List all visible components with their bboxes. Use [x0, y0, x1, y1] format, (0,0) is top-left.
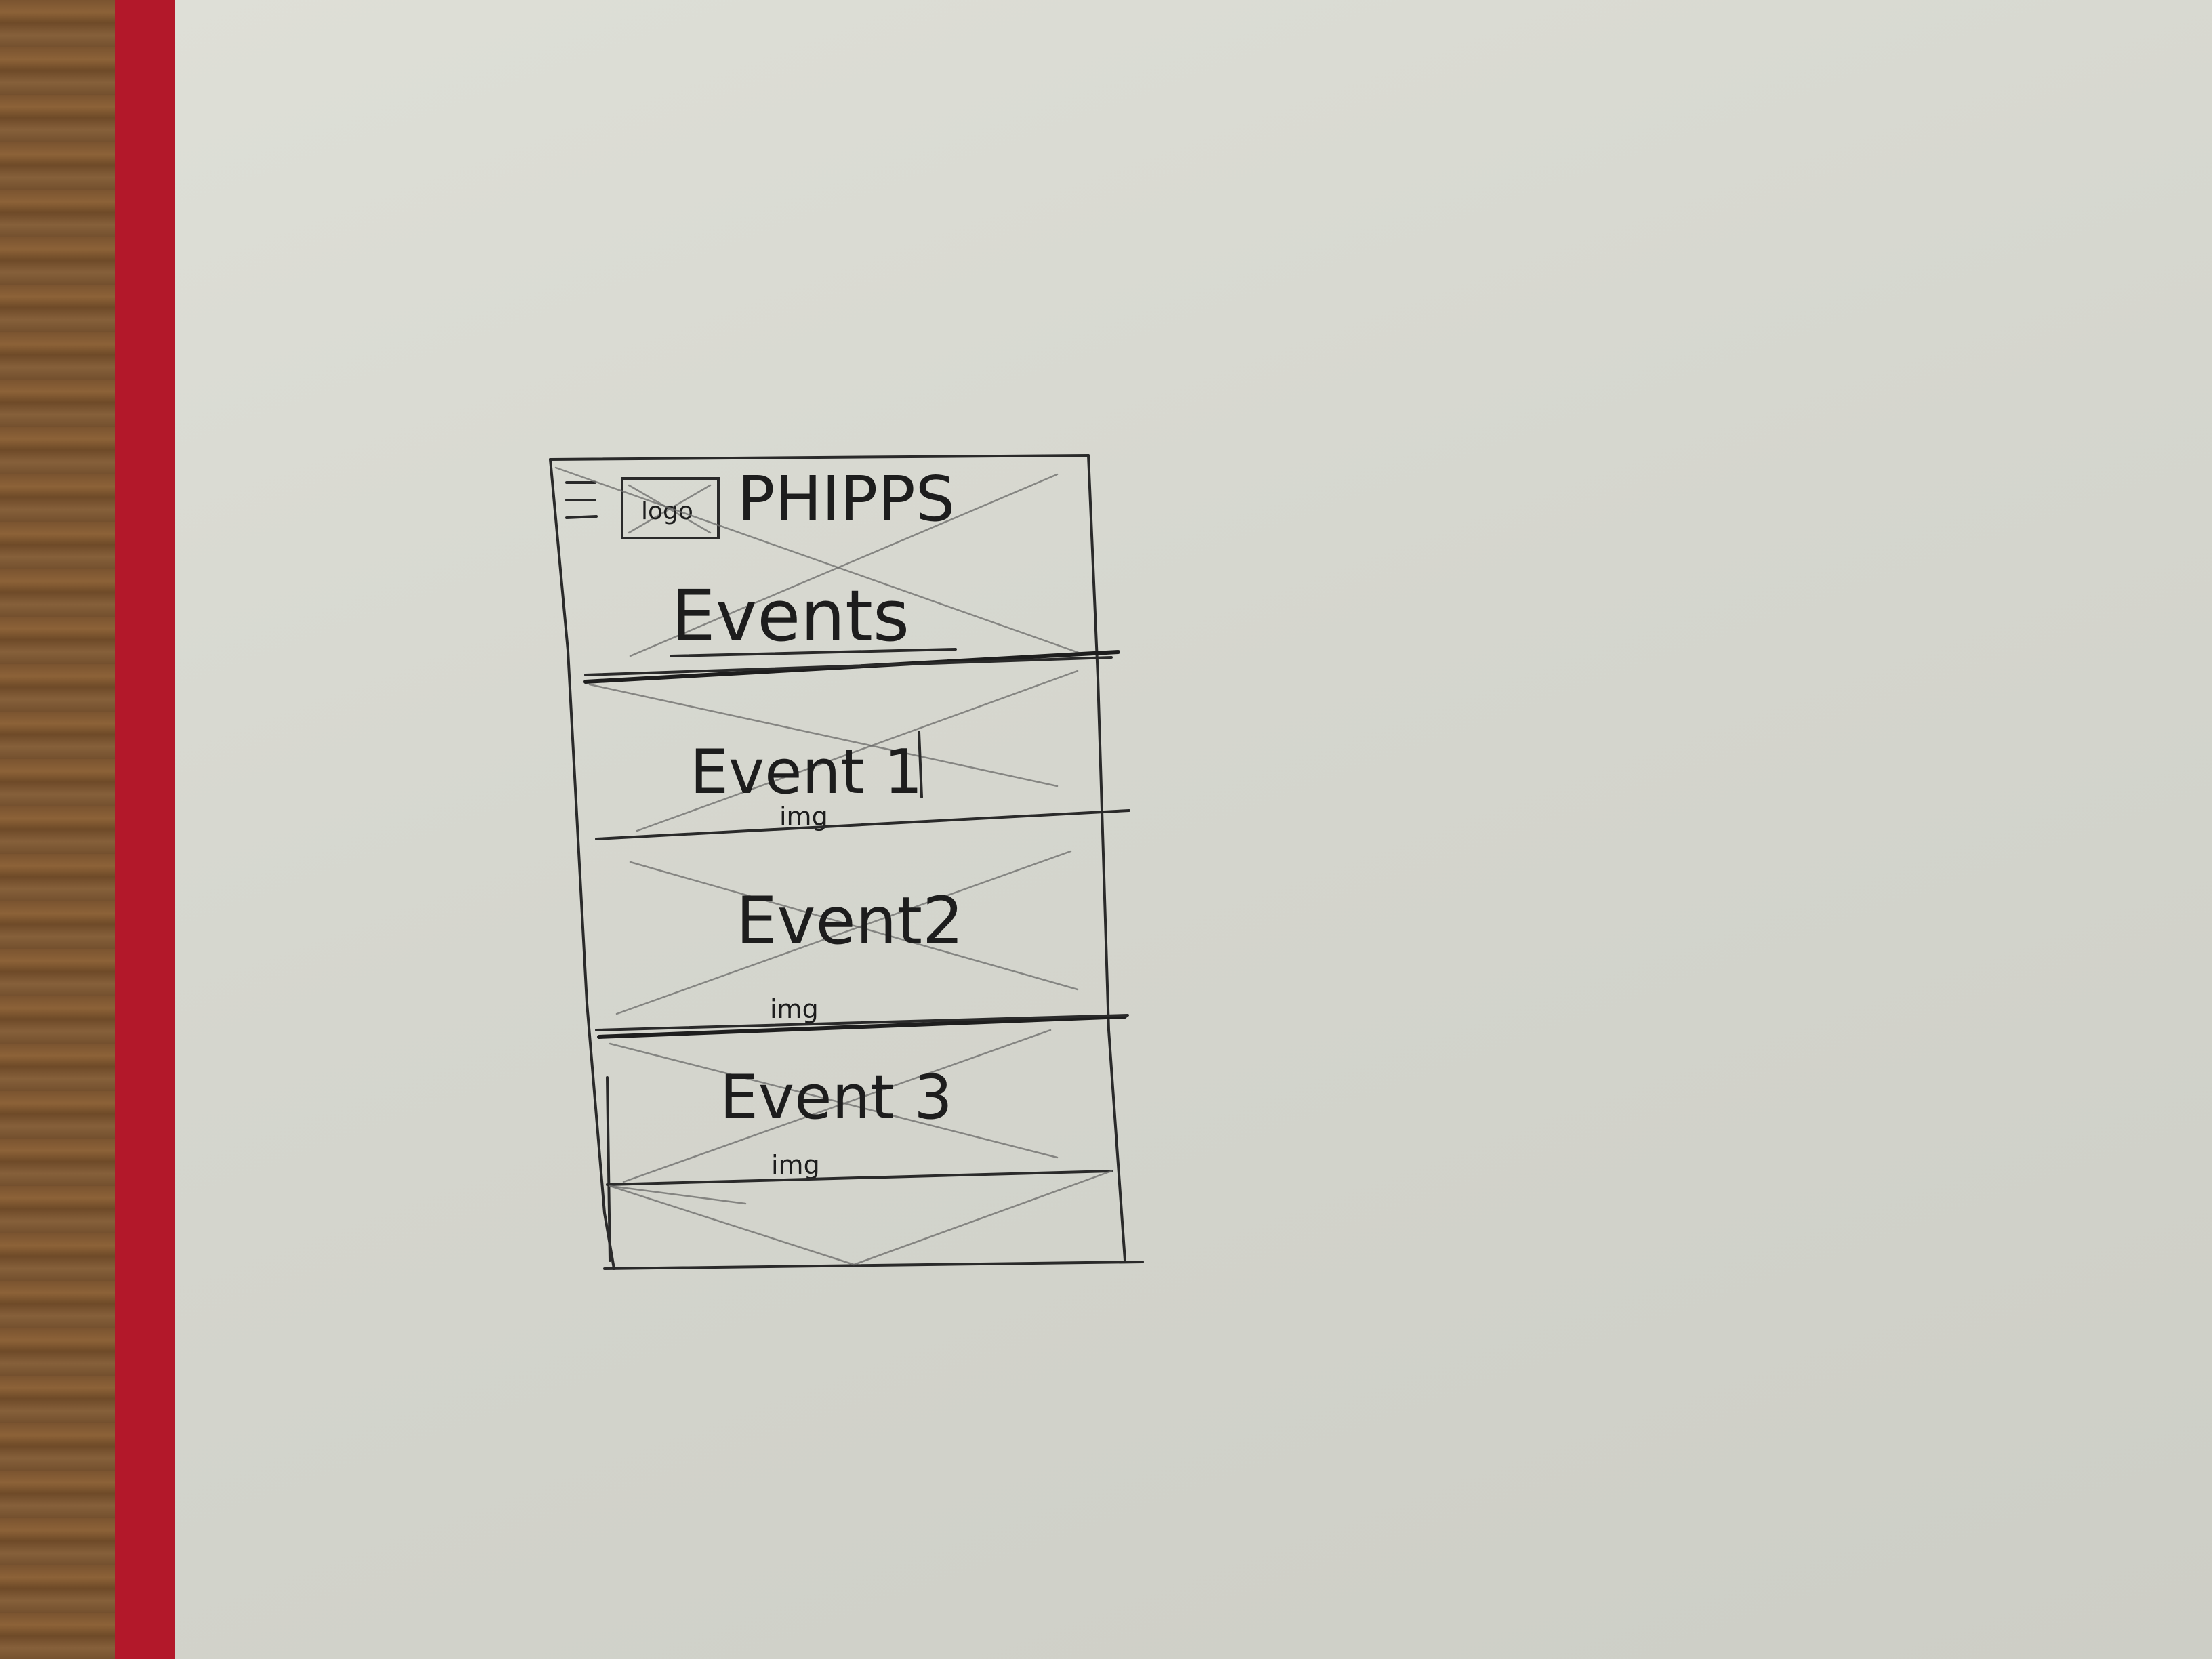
empty-card-placeholder	[609, 1170, 1113, 1266]
event-image-label: img	[771, 1150, 820, 1180]
hamburger-icon[interactable]	[565, 481, 598, 519]
logo-label: logo	[641, 497, 693, 525]
page-title: Events	[671, 575, 909, 657]
event-image-label: img	[770, 994, 819, 1024]
event-title: Event 3	[720, 1062, 953, 1133]
brand-name: PHIPPS	[737, 463, 955, 535]
event-card[interactable]: Event 1 img	[588, 670, 1130, 840]
event-card[interactable]: Event 3 img	[606, 1029, 1113, 1262]
event-title: Event 1	[690, 737, 923, 808]
event-title: Event2	[736, 883, 964, 959]
app-header: logo PHIPPS	[565, 463, 955, 539]
event-card[interactable]: Event2 img	[595, 850, 1129, 1039]
wireframe-sketch: logo PHIPPS Events Event 1 img Event2 im…	[549, 454, 1144, 1270]
